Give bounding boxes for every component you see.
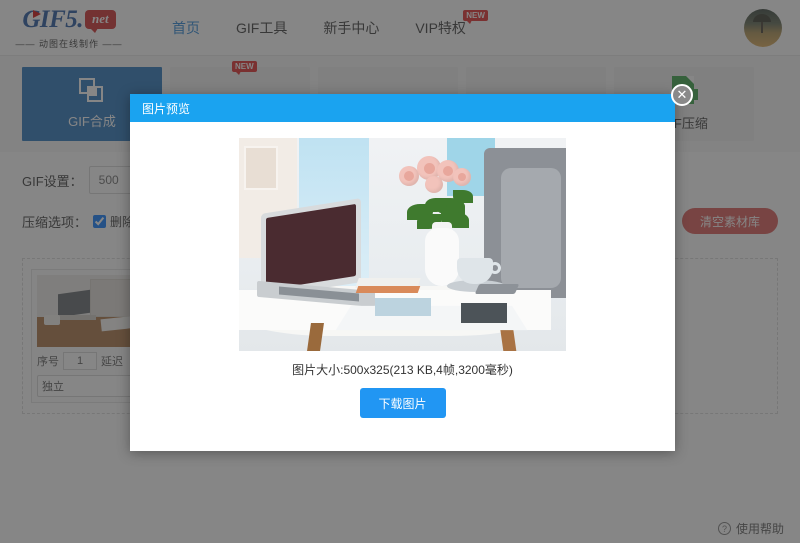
preview-image bbox=[239, 138, 566, 351]
preview-illustration bbox=[239, 138, 566, 351]
app-root: GIF5. net —— 动图在线制作 —— 首页 GIF工具 新手中心 VIP… bbox=[0, 0, 800, 543]
modal-title: 图片预览 bbox=[142, 101, 191, 116]
image-preview-modal: 图片预览 ✕ 图片大小:500x325(213 KB,4帧,3200毫秒) 下载… bbox=[130, 84, 693, 451]
modal-header: 图片预览 bbox=[130, 94, 675, 122]
close-icon[interactable]: ✕ bbox=[671, 84, 693, 106]
download-image-button[interactable]: 下载图片 bbox=[359, 388, 446, 418]
preview-caption: 图片大小:500x325(213 KB,4帧,3200毫秒) bbox=[292, 363, 513, 377]
modal-body: 图片大小:500x325(213 KB,4帧,3200毫秒) 下载图片 bbox=[130, 122, 675, 418]
